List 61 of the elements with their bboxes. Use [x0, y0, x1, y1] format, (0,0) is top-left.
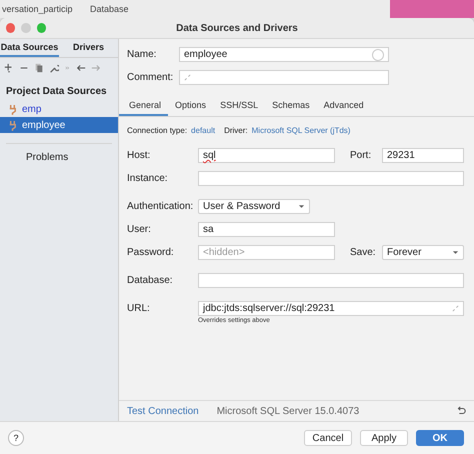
test-connection-link[interactable]: Test Connection	[127, 406, 199, 416]
field-label: Host:	[127, 150, 152, 161]
plug-icon	[8, 104, 17, 114]
forward-arrow-icon[interactable]	[91, 63, 101, 73]
server-version: Microsoft SQL Server 15.0.4073	[216, 406, 360, 416]
plug-icon	[8, 120, 17, 130]
back-arrow-icon[interactable]	[76, 63, 86, 73]
field-label: Comment:	[127, 72, 174, 83]
settings-tab[interactable]: Options	[168, 97, 214, 116]
background-tab-label: versation_particip	[1, 4, 74, 14]
color-circle-icon[interactable]	[372, 48, 384, 60]
field-label: Save:	[349, 247, 377, 258]
dialog-button[interactable]: Cancel	[304, 430, 352, 446]
background-panel-title: Database	[90, 4, 129, 14]
input-field[interactable]	[198, 171, 464, 186]
field-label: Password:	[127, 247, 175, 258]
sidebar-tab[interactable]: Data Sources	[0, 39, 59, 57]
section-title: Project Data Sources	[5, 85, 108, 99]
settings-tab[interactable]: SSH/SSL	[213, 97, 266, 116]
dropdown[interactable]: Forever	[382, 245, 464, 260]
caret-icon	[298, 204, 305, 209]
dropdown[interactable]: User & Password	[198, 199, 310, 214]
data-source-item[interactable]: employee	[0, 117, 118, 133]
settings-tab[interactable]: Schemas	[265, 97, 317, 116]
field-label: Connection type:	[127, 126, 188, 135]
field-label: Name:	[127, 49, 158, 60]
wrench-icon[interactable]	[49, 63, 59, 73]
caret-icon	[452, 250, 459, 255]
window-title: Data Sources and Drivers	[175, 22, 299, 34]
help-button[interactable]: ?	[8, 430, 24, 446]
input-field[interactable]: jdbc:jtds:sqlserver://sql:29231	[198, 301, 464, 316]
input-field[interactable]: sql	[198, 148, 335, 163]
dialog-button[interactable]: OK	[416, 430, 464, 446]
connection-type-link[interactable]: default	[191, 126, 216, 135]
zoom-button[interactable]	[36, 23, 46, 33]
undo-icon[interactable]	[456, 406, 466, 416]
field-label: Driver:	[224, 126, 248, 135]
settings-tab[interactable]: General	[119, 97, 168, 116]
field-label: Database:	[127, 275, 174, 286]
settings-tab[interactable]: Advanced	[316, 97, 371, 116]
dialog-button[interactable]: Apply	[360, 430, 408, 446]
comment-field[interactable]	[179, 70, 389, 85]
field-label: URL:	[127, 303, 151, 314]
data-source-item[interactable]: emp	[0, 101, 118, 117]
input-field[interactable]: sa	[198, 222, 335, 237]
minimize-button[interactable]	[21, 23, 31, 33]
expand-icon[interactable]	[184, 74, 191, 81]
field-label: Authentication:	[127, 201, 194, 212]
close-button[interactable]	[6, 23, 16, 33]
expand-icon[interactable]	[452, 305, 459, 312]
problems-item[interactable]: Problems	[0, 152, 118, 163]
field-label: Port:	[349, 150, 372, 161]
copy-icon[interactable]	[34, 63, 44, 73]
input-field[interactable]: 29231	[382, 148, 464, 163]
sidebar-tab[interactable]: Drivers	[59, 39, 118, 57]
name-field[interactable]: employee	[179, 47, 389, 62]
add-icon[interactable]	[4, 63, 14, 73]
driver-link[interactable]: Microsoft SQL Server (jTds)	[252, 126, 350, 135]
field-label: User:	[127, 224, 152, 235]
field-label: Instance:	[127, 173, 169, 184]
input-field[interactable]	[198, 273, 464, 288]
